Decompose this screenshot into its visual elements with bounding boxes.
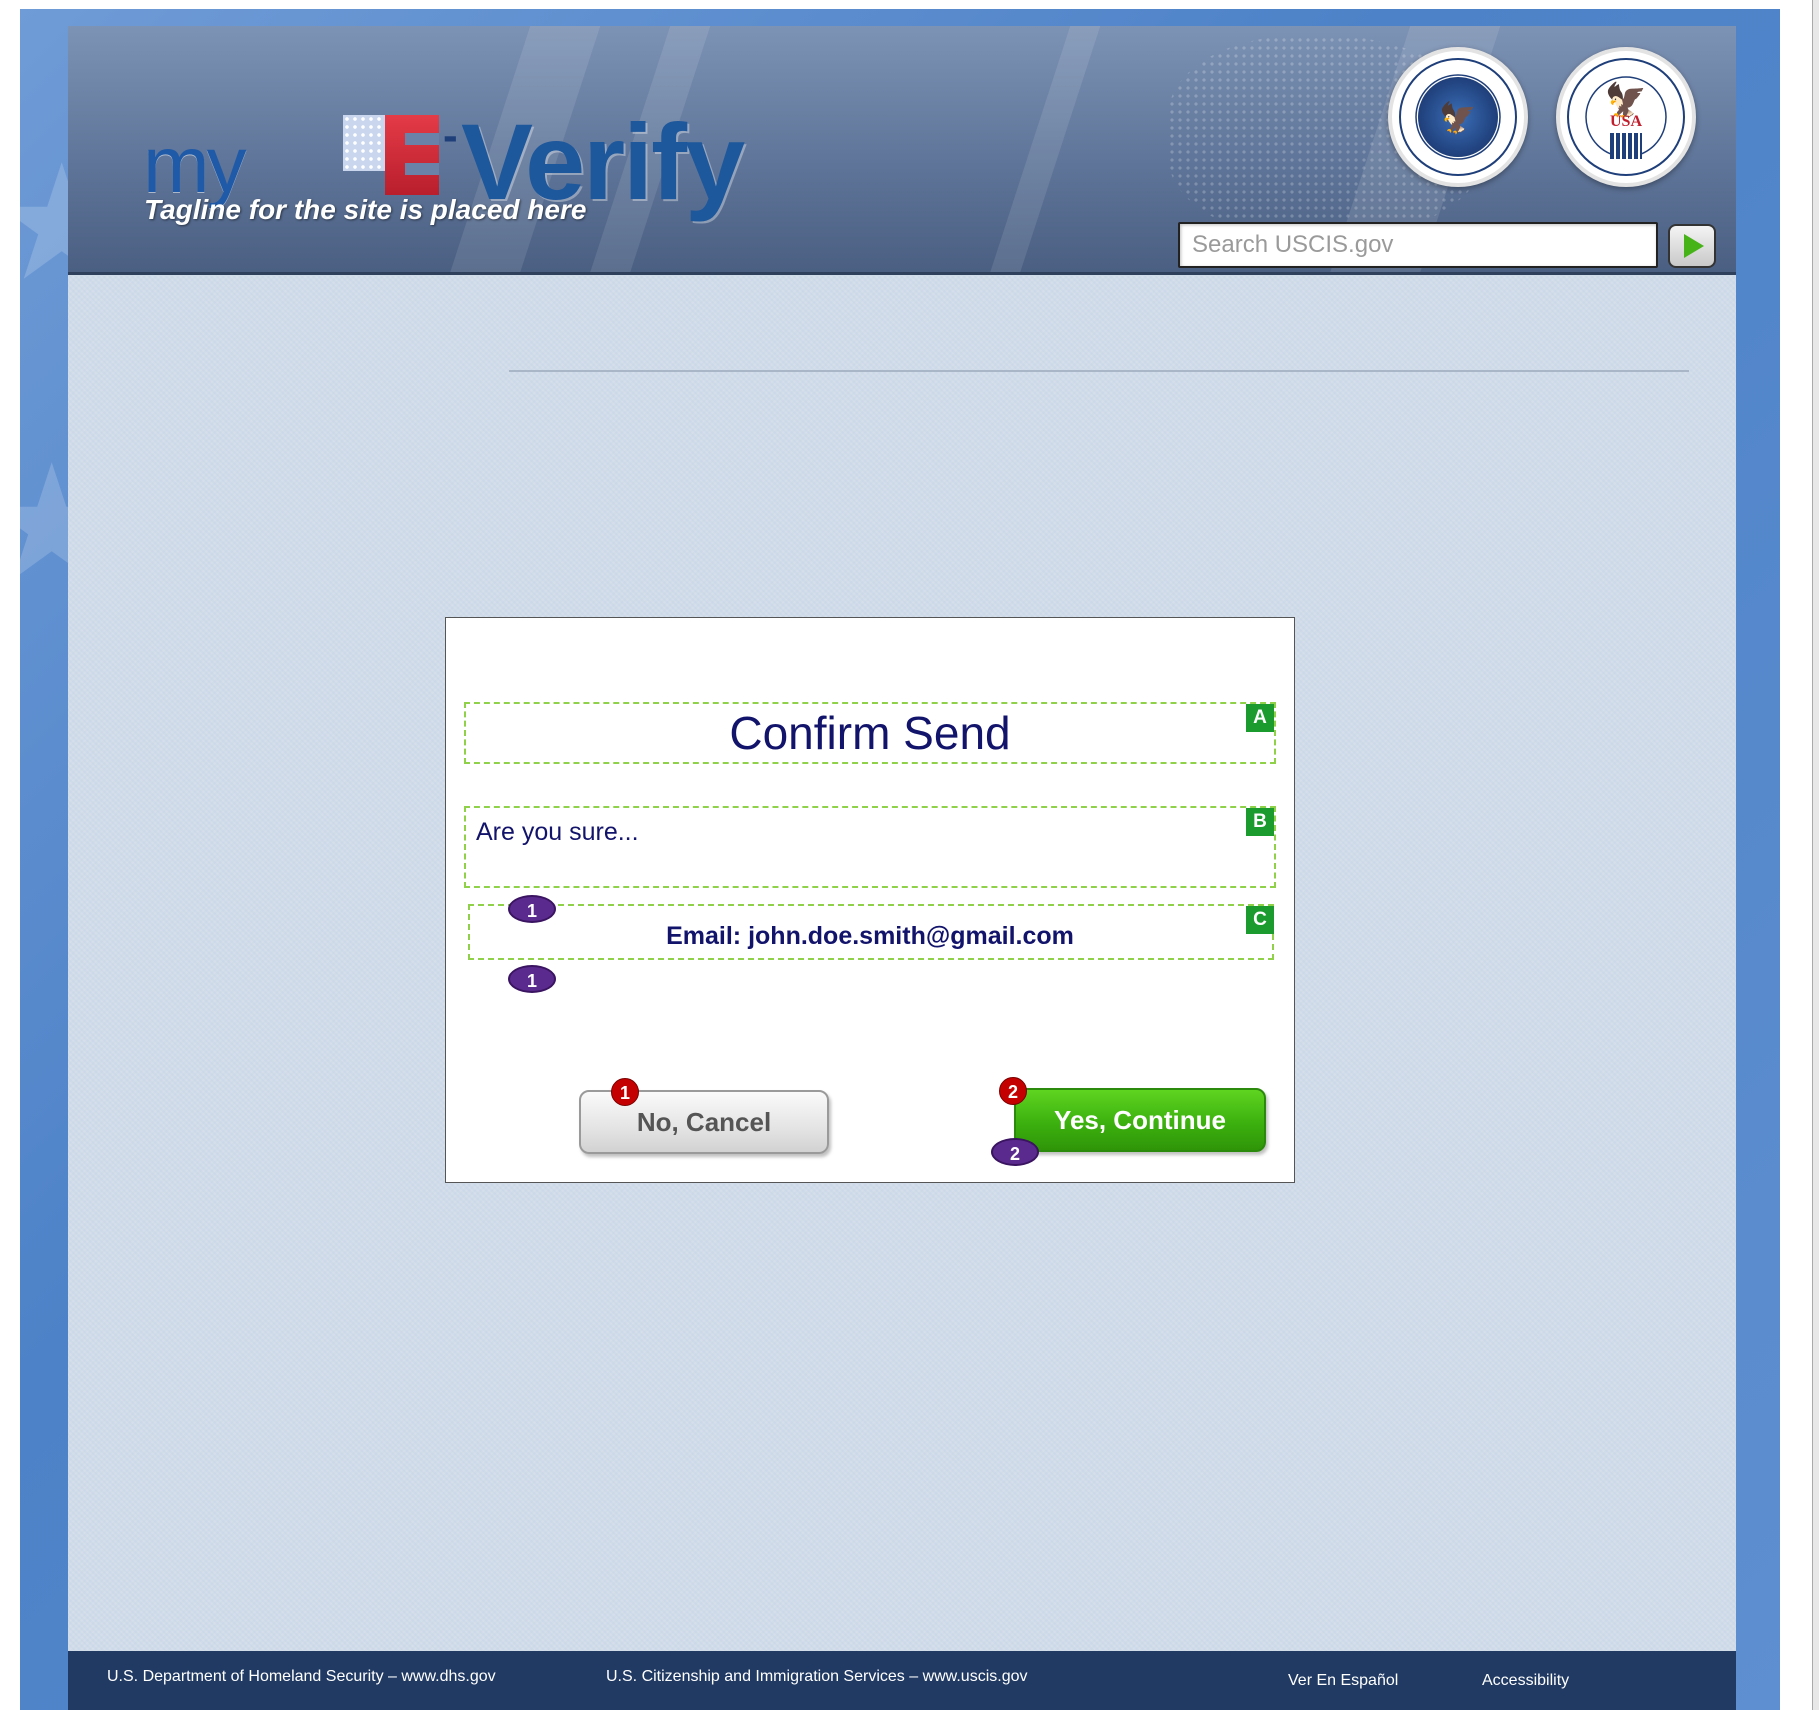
footer-link-accessibility[interactable]: Accessibility <box>1482 1672 1569 1690</box>
annotation-marker: 1 <box>611 1078 639 1106</box>
footer-link-uscis[interactable]: U.S. Citizenship and Immigration Service… <box>606 1668 1028 1686</box>
annotation-marker: 2 <box>999 1077 1027 1105</box>
scrollbar[interactable] <box>1812 0 1819 1710</box>
site-tagline: Tagline for the site is placed here <box>144 194 587 225</box>
play-arrow-icon <box>1684 234 1704 258</box>
annotation-tag-b: B <box>1246 808 1274 836</box>
footer-link-spanish[interactable]: Ver En Español <box>1288 1672 1398 1690</box>
search-input[interactable] <box>1178 222 1658 268</box>
logo-dash: - <box>443 111 458 160</box>
content-divider <box>509 370 1689 372</box>
continue-button[interactable]: Yes, Continue <box>1014 1088 1266 1152</box>
dhs-seal-icon: 🦅 <box>1388 47 1528 187</box>
logo-e-flag-icon <box>343 115 439 195</box>
dialog-email: Email: john.doe.smith@gmail.com <box>666 922 1074 950</box>
header-banner: my - Verify Tagline for the site is plac… <box>68 26 1736 275</box>
dialog-question: Are you sure... <box>476 818 639 846</box>
search-go-button[interactable] <box>1668 224 1716 268</box>
annotation-marker: 1 <box>508 965 556 993</box>
flag-decoration <box>972 26 1114 272</box>
ssa-usa-label: USA <box>1609 113 1642 130</box>
site-logo[interactable]: my - Verify <box>143 81 843 222</box>
annotation-marker: 1 <box>508 895 556 923</box>
annotation-marker: 2 <box>991 1138 1039 1166</box>
footer-link-dhs[interactable]: U.S. Department of Homeland Security – w… <box>107 1668 496 1686</box>
footer: U.S. Department of Homeland Security – w… <box>68 1651 1736 1710</box>
dialog-title: Confirm Send <box>729 707 1011 759</box>
ssa-seal-icon: 🦅 USA <box>1556 47 1696 187</box>
